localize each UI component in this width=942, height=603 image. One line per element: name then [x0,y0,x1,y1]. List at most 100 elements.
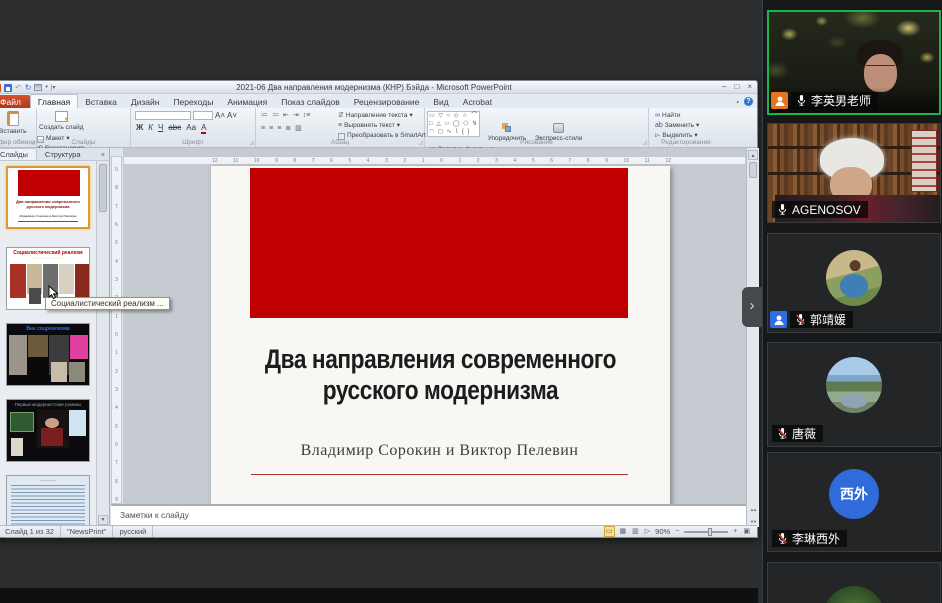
font-size-input[interactable] [193,111,213,120]
slide-editing-area[interactable]: Два направления современного русского мо… [211,166,670,504]
justify-icon[interactable]: ≣ [285,125,291,133]
tab-home[interactable]: Главная [30,94,78,108]
slideshow-view-button[interactable]: ▷ [644,527,651,536]
tab-animations[interactable]: Анимация [220,95,274,108]
thumb3-title: Вне соцреализма [7,326,89,332]
redo-icon[interactable]: ↻ [25,84,32,92]
theme-name[interactable]: "NewsPrint" [61,526,114,537]
desktop: ↶ ↻ ▾ |▾ 2021-06 Два направления модерни… [0,0,942,603]
participant-tile-6[interactable] [767,562,941,603]
align-text-button[interactable]: ≡Выровнять текст ▾ [338,122,426,130]
fit-to-window-icon[interactable]: ▣ [742,527,751,536]
tab-view[interactable]: Вид [426,95,455,108]
previous-slide-button[interactable]: ▲▲ [750,507,756,512]
participant-2-name-label: AGENOSOV [772,201,868,218]
tab-file[interactable]: Файл [0,95,30,108]
participant-tile-2[interactable]: AGENOSOV [767,123,941,223]
window-controls: – □ × [722,81,752,93]
slides-panel-scroll-down-icon[interactable]: ▼ [98,515,108,525]
text-direction-button[interactable]: ⇵Направление текста ▾ [338,112,426,120]
increase-indent-icon[interactable]: ⇥ [293,112,299,120]
slides-panel-tabs: Слайды Структура × [0,148,109,161]
reading-view-button[interactable]: ▥ [631,527,640,536]
decrease-indent-icon[interactable]: ⇤ [283,112,289,120]
underline-button[interactable]: Ч [158,123,163,132]
restore-button[interactable]: □ [734,81,739,93]
slide-sorter-view-button[interactable]: ▦ [619,527,628,536]
columns-icon[interactable]: ▥ [295,125,302,133]
font-name-input[interactable] [135,111,191,120]
help-icon[interactable]: ? [744,97,753,106]
slideshow-icon[interactable] [34,84,42,91]
font-color-button[interactable]: А [201,123,206,134]
vertical-ruler: 9876543210123456789 [111,156,122,504]
tab-insert[interactable]: Вставка [78,95,124,108]
replace-button[interactable]: abЗаменить ▾ [655,122,699,130]
clipboard-dialog-launcher[interactable]: ◿ [31,140,35,146]
drawing-dialog-launcher[interactable]: ◿ [643,140,647,146]
participant-tile-3[interactable]: 郭靖媛 [767,233,941,333]
tab-outline[interactable]: Структура [37,149,89,160]
bold-button[interactable]: Ж [136,123,143,132]
language-indicator[interactable]: русский [113,526,153,537]
tab-transitions[interactable]: Переходы [166,95,220,108]
slide-title[interactable]: Два направления современного русского мо… [256,344,625,406]
align-right-icon[interactable]: ≡ [277,125,281,133]
thumb1-subtitle: Владимир Сорокин и Виктор Пелевин [8,214,88,218]
grow-font-icon[interactable]: А˄ [215,111,225,120]
participant-tile-5[interactable]: 西外 李琳西外 [767,452,941,552]
save-icon[interactable] [4,84,12,92]
slide-counter: Слайд 1 из 32 [0,526,61,537]
line-spacing-icon[interactable]: ↕≡ [303,112,311,120]
slides-panel-scrollbar[interactable]: ▼ [96,161,109,527]
zoom-in-icon[interactable]: + [732,527,738,536]
collapse-ribbon-icon[interactable]: ▴ [736,99,739,105]
slide-thumbnail-4[interactable]: Первые модернистские романы [6,399,90,462]
participant-tile-4[interactable]: 唐薇 [767,342,941,447]
find-button[interactable]: ∞Найти [655,112,699,120]
qat-customize-icon[interactable]: |▾ [51,85,56,91]
numbering-icon[interactable]: ≕ [272,112,279,120]
shrink-font-icon[interactable]: А˅ [227,111,237,120]
close-button[interactable]: × [747,81,752,93]
paste-button[interactable]: Вставить [0,111,27,135]
change-case-button[interactable]: Аа [186,123,196,132]
tab-slideshow[interactable]: Показ слайдов [274,95,347,108]
bullets-icon[interactable]: ≔ [261,112,268,120]
align-center-icon[interactable]: ≡ [269,125,273,133]
next-slide-button[interactable]: ▼▼ [750,519,756,524]
italic-button[interactable]: К [148,123,153,132]
zoom-slider[interactable] [684,531,728,533]
undo-icon[interactable]: ↶ [15,84,22,92]
tab-acrobat[interactable]: Acrobat [456,95,499,108]
title-bar[interactable]: ↶ ↻ ▾ |▾ 2021-06 Два направления модерни… [0,81,757,94]
new-slide-button[interactable]: Создать слайд [39,111,84,131]
tab-design[interactable]: Дизайн [124,95,167,108]
zoom-slider-knob[interactable] [708,528,712,536]
slides-panel-close-icon[interactable]: × [97,152,109,160]
slides-panel-scrollbar-thumb[interactable] [99,164,107,212]
tab-review[interactable]: Рецензирование [347,95,427,108]
qat-dropdown-icon[interactable]: ▾ [45,85,48,90]
slide-thumbnail-3[interactable]: Вне соцреализма [6,323,90,386]
zoom-out-icon[interactable]: − [674,527,680,536]
align-left-icon[interactable]: ≡ [261,125,265,133]
slide-scrollbar-thumb[interactable] [749,162,757,178]
slide-thumbnail-1[interactable]: Два направления современного русского мо… [6,166,90,229]
participant-tile-1[interactable]: 李英男老师 [767,10,941,115]
tab-slides-thumbnails[interactable]: Слайды [0,148,37,160]
slide-red-rectangle[interactable] [250,168,628,318]
mouse-cursor [48,285,60,300]
align-text-icon: ≡ [338,122,342,130]
shapes-gallery[interactable]: ▭ ▽ ○ ◇ ☆ ⌒ □ △ ▱ ◯ ⬠ ↯ ◠ ◻ ∿ ⌇ { } [427,111,480,137]
notes-pane[interactable]: Заметки к слайду [111,504,746,527]
scroll-up-icon[interactable]: ▲ [748,150,758,160]
font-dialog-launcher[interactable]: ◿ [250,140,254,146]
paragraph-dialog-launcher[interactable]: ◿ [419,140,423,146]
normal-view-button[interactable]: ▭ [604,526,615,537]
bottom-strip [0,588,758,603]
slide-subtitle[interactable]: Владимир Сорокин и Виктор Пелевин [251,442,628,460]
video-panel-toggle[interactable]: › [742,287,762,327]
strikethrough-button[interactable]: abc [168,123,181,132]
minimize-button[interactable]: – [722,81,726,93]
